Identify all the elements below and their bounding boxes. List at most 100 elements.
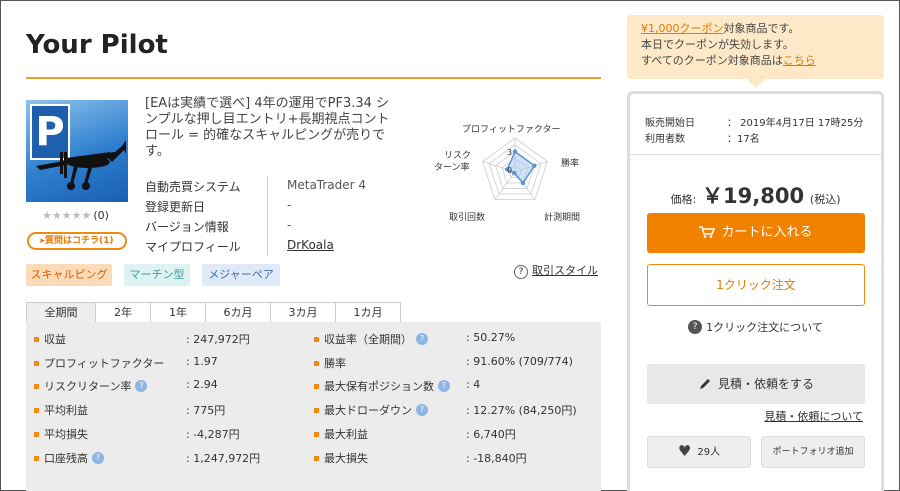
stat-row: 最大損失: -18,840円 — [314, 450, 527, 468]
heart-icon: ♥ — [677, 442, 692, 460]
favorite-button[interactable]: ♥ 29人 — [647, 436, 751, 468]
radar-label-trades: 取引回数 — [449, 213, 486, 223]
page-title: Your Pilot — [26, 30, 168, 60]
radar-label-winrate: 勝率 — [561, 159, 580, 169]
add-to-portfolio-button[interactable]: ポートフォリオ追加 — [761, 436, 865, 468]
radar-scale-high: 3 — [507, 148, 513, 157]
title-underline — [26, 77, 601, 79]
info-value: - — [287, 198, 292, 212]
quote-button-label: 見積・依頼をする — [717, 377, 814, 391]
rating-count: (0) — [93, 209, 109, 222]
trade-style-link[interactable]: ? 取引スタイル — [514, 262, 598, 279]
product-thumbnail[interactable]: P — [26, 100, 128, 202]
stat-label: 勝率 — [324, 357, 346, 370]
stat-row: 収益率（全期間）? : 50.27% — [314, 331, 515, 349]
coupon-line1: 対象商品です。 — [723, 22, 800, 35]
stat-label: プロフィットファクター — [44, 357, 165, 370]
one-click-help[interactable]: ? 1クリック注文について — [630, 319, 881, 335]
one-click-order-button[interactable]: 1クリック注文 — [647, 264, 865, 306]
one-click-help-label: 1クリック注文について — [706, 321, 823, 334]
help-icon[interactable]: ? — [438, 380, 450, 392]
help-icon[interactable]: ? — [416, 404, 428, 416]
pen-icon — [699, 378, 710, 389]
stat-label: 最大保有ポジション数 — [324, 380, 434, 393]
sale-start-value: ： 2019年4月17日 17時25分 — [727, 118, 864, 129]
favorite-count: 29人 — [697, 447, 721, 458]
info-key: バージョン情報 — [145, 220, 229, 234]
coupon-notice: ¥1,000クーポン対象商品です。 本日でクーポンが失効します。 すべてのクーポ… — [627, 15, 884, 79]
stat-value: : 247,972円 — [186, 333, 250, 346]
tab-6m[interactable]: 6カ月 — [205, 302, 271, 323]
stat-label: 平均利益 — [44, 404, 88, 417]
radar-label-risk-2: ターン率 — [434, 163, 470, 173]
stat-label: 収益 — [44, 333, 66, 346]
price: 価格: ￥19,800 (税込) — [630, 180, 881, 210]
purchase-panel: 販売開始日 ： 2019年4月17日 17時25分 利用者数 ：17名 価格: … — [627, 91, 884, 491]
coupon-link[interactable]: ¥1,000クーポン — [641, 22, 724, 35]
radar-point — [520, 180, 526, 186]
stats-panel: 収益 : 247,972円 プロフィットファクター : 1.97 リスクリターン率?… — [26, 322, 601, 491]
question-icon: ? — [514, 265, 528, 279]
stat-row: 勝率: 91.60% (709/774) — [314, 355, 573, 373]
info-key: 自動売買システム — [145, 180, 241, 194]
users-label: 利用者数 — [645, 134, 685, 145]
tab-1y[interactable]: 1年 — [150, 302, 206, 323]
stat-label: 最大利益 — [324, 428, 368, 441]
tab-3m[interactable]: 3カ月 — [270, 302, 336, 323]
stat-value: : 2.94 — [186, 378, 218, 391]
radar-label-pf: プロフィットファクター — [462, 125, 561, 135]
star-icons: ★★★★★ — [42, 209, 92, 222]
stat-value: : 1,247,972円 — [186, 452, 261, 465]
help-icon[interactable]: ? — [135, 380, 148, 392]
tag-martingale[interactable]: マーチン型 — [124, 264, 190, 286]
price-value: ￥19,800 — [702, 184, 805, 208]
question-button[interactable]: ▸質問はコチラ(1) — [27, 232, 127, 250]
stat-label: 最大損失 — [324, 452, 368, 465]
cart-button-label: カートに入れる — [721, 225, 813, 240]
stat-value: : 775円 — [186, 404, 226, 417]
stat-value: : 50.27% — [466, 331, 516, 344]
stat-row: 最大保有ポジション数? : 4 — [314, 378, 480, 396]
tab-2y[interactable]: 2年 — [95, 302, 151, 323]
info-value: - — [287, 218, 292, 232]
stat-label: 平均損失 — [44, 428, 88, 441]
stat-label: リスクリターン率 — [44, 380, 132, 393]
divider — [630, 154, 881, 155]
coupon-line3: すべてのクーポン対象商品は — [641, 54, 783, 67]
stat-row: 最大利益 : 6,740円 — [314, 426, 516, 444]
product-description: [EAは実績で選べ] 4年の運用でPF3.34 シンプルな押し目エントリ+長期視… — [145, 96, 390, 159]
help-icon[interactable]: ? — [92, 452, 104, 464]
tag-major-pair[interactable]: メジャーペア — [202, 264, 280, 286]
price-tax: (税込) — [809, 193, 841, 206]
stat-label: 収益率（全期間） — [324, 333, 412, 346]
coupon-line2: 本日でクーポンが失効します。 — [641, 38, 794, 51]
profile-link[interactable]: DrKoala — [287, 238, 334, 252]
users-value: ：17名 — [727, 134, 760, 145]
request-quote-button[interactable]: 見積・依頼をする — [647, 364, 865, 404]
tab-1m[interactable]: 1カ月 — [335, 302, 401, 323]
stat-row: 平均利益 : 775円 — [34, 402, 225, 420]
info-key: マイプロフィール — [145, 240, 241, 254]
stat-value: : 6,740円 — [466, 428, 516, 441]
tab-all[interactable]: 全期間 — [26, 302, 96, 323]
help-icon[interactable]: ? — [416, 333, 428, 345]
radar-scale-low: 0 — [507, 166, 513, 175]
stat-row: プロフィットファクター : 1.97 — [34, 355, 218, 373]
radar-point — [512, 170, 517, 176]
stat-row: 収益 : 247,972円 — [34, 331, 250, 349]
stat-value: : 4 — [466, 378, 481, 391]
cart-icon — [699, 225, 716, 238]
stat-value: : 1.97 — [186, 355, 218, 368]
tag-scalping[interactable]: スキャルピング — [26, 264, 112, 286]
radar-point — [532, 163, 537, 168]
airplane-icon — [36, 140, 126, 190]
radar-point — [512, 149, 518, 154]
radar-label-period: 計測期間 — [544, 213, 581, 223]
quote-help-link[interactable]: 見積・依頼について — [764, 408, 863, 424]
info-key: 登録更新日 — [145, 200, 206, 214]
stat-row: 口座残高?: 1,247,972円 — [34, 450, 260, 468]
trade-style-label: 取引スタイル — [532, 264, 598, 277]
add-to-cart-button[interactable]: カートに入れる — [647, 213, 865, 253]
info-value: MetaTrader 4 — [287, 178, 367, 192]
coupon-all-link[interactable]: こちら — [783, 54, 816, 67]
